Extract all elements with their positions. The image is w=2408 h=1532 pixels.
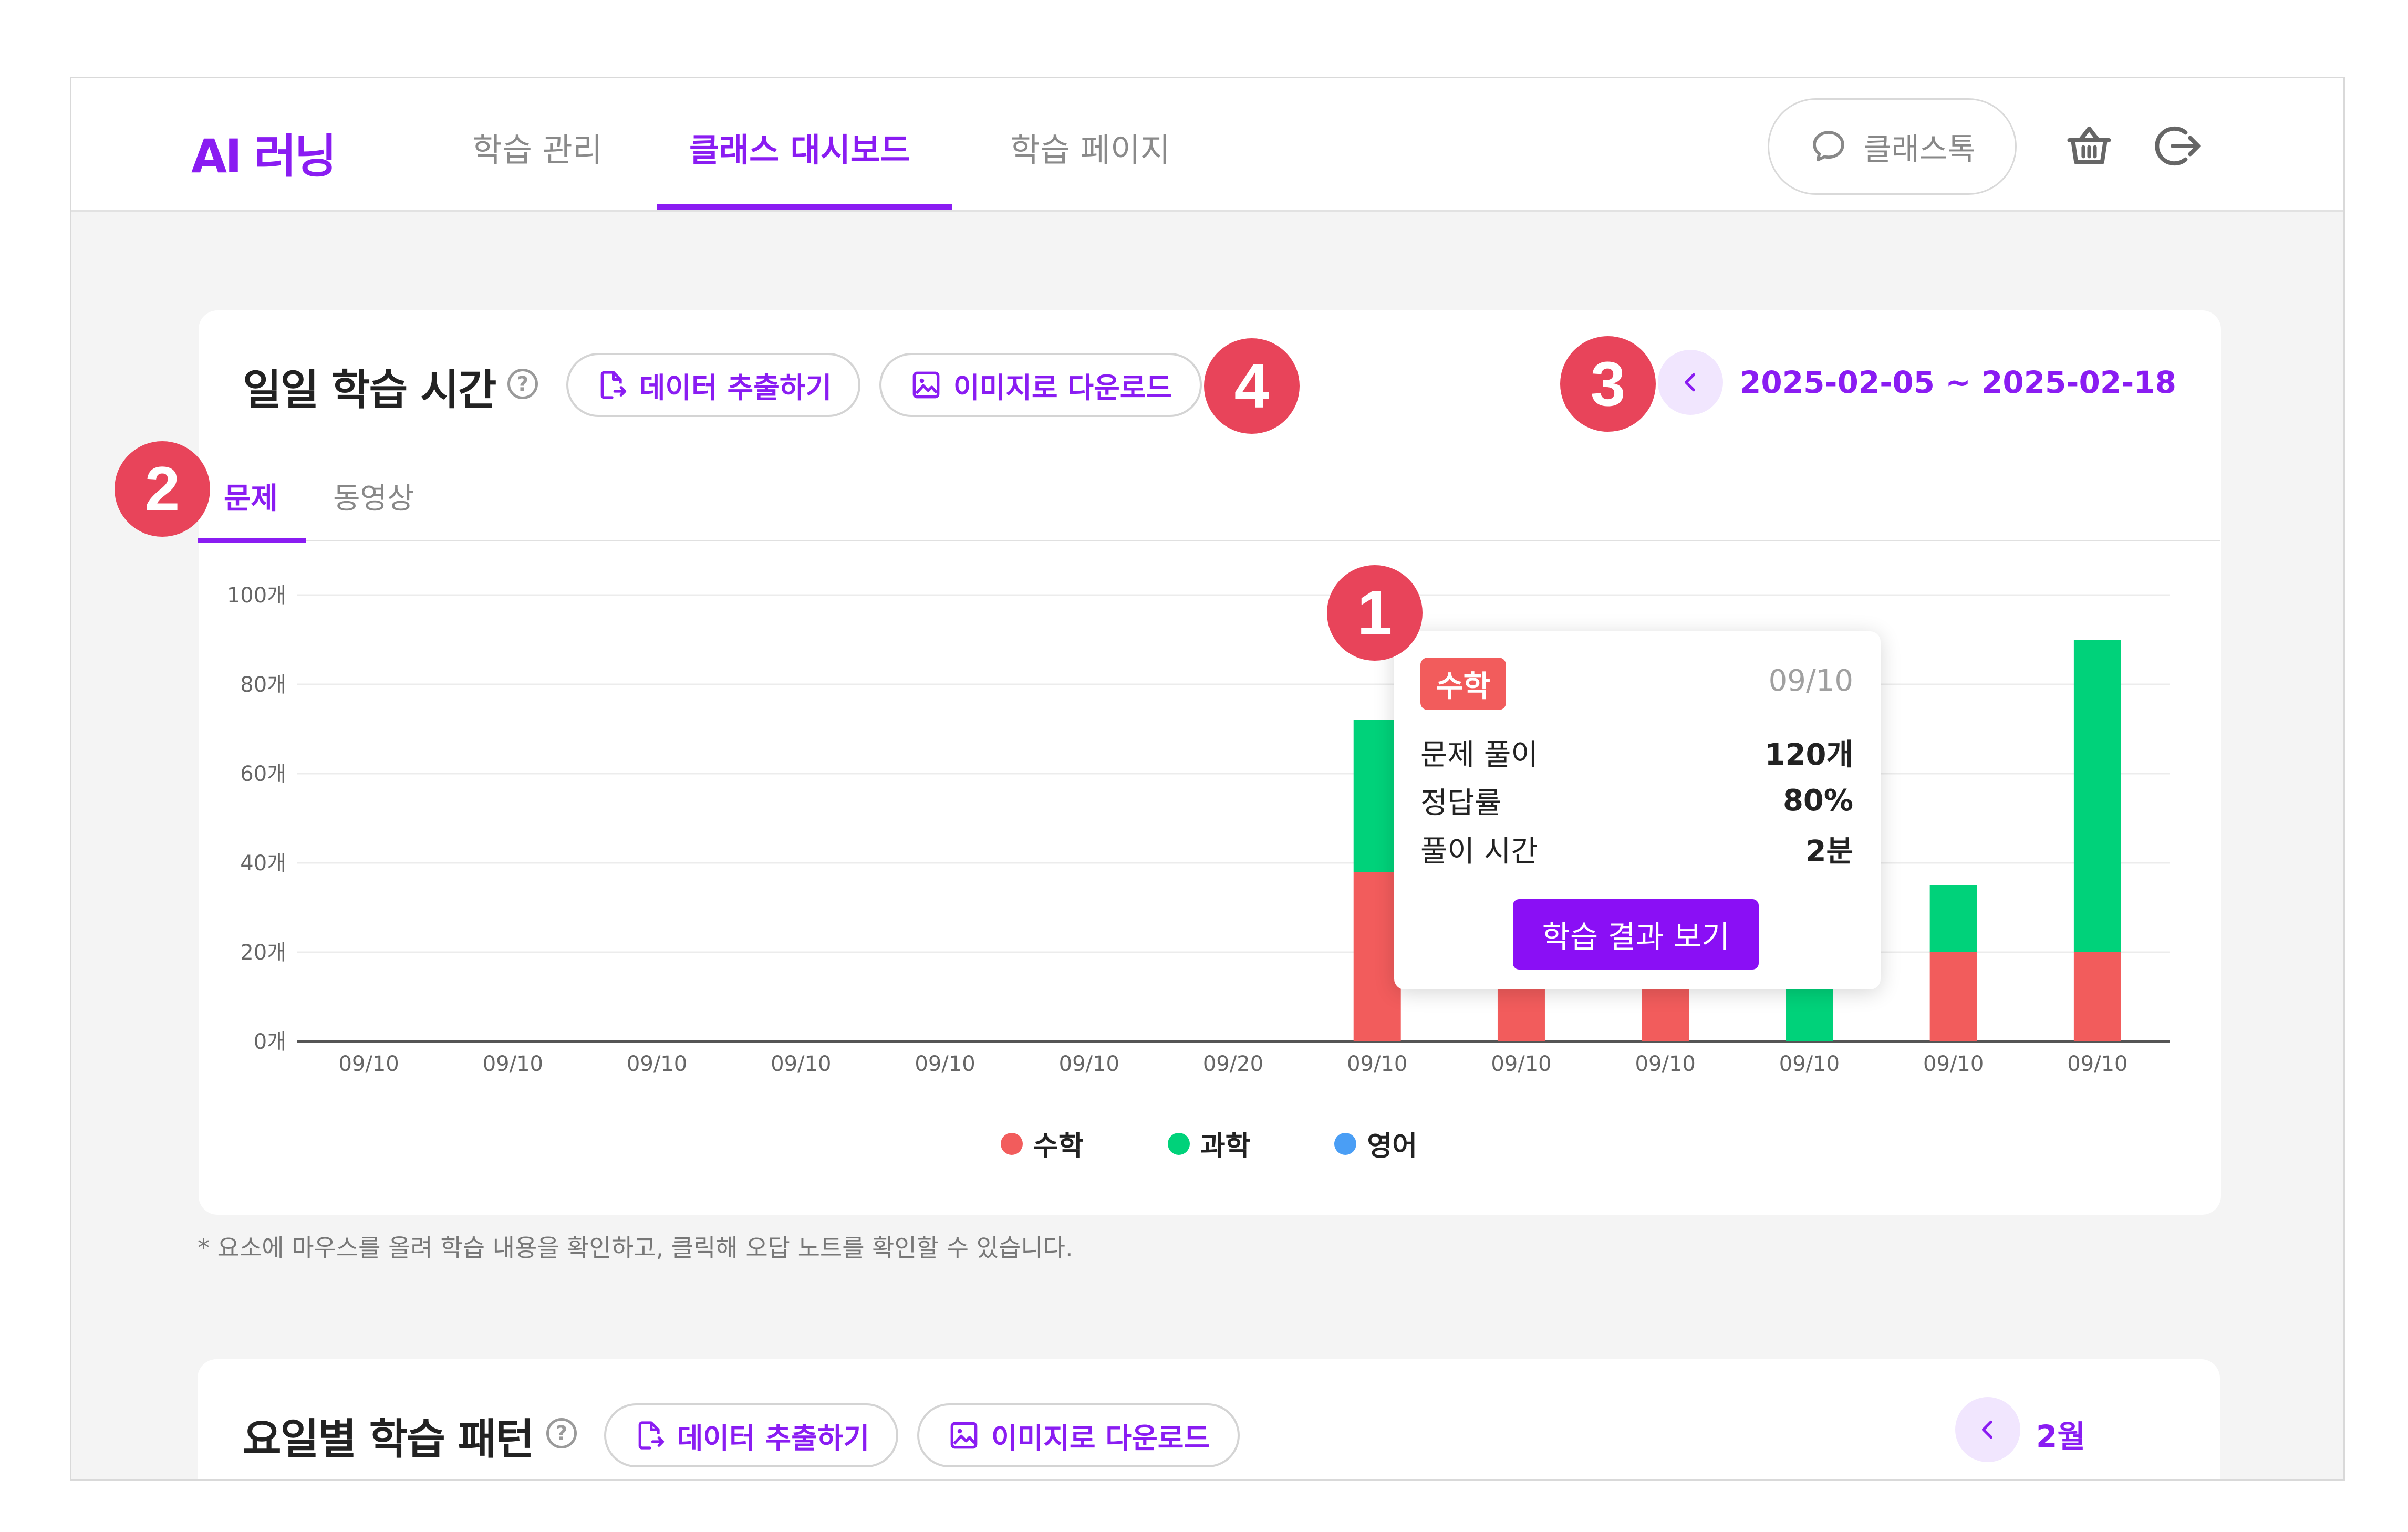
daily-export-data-button[interactable]: 데이터 추출하기	[566, 353, 860, 417]
chart-footnote: * 요소에 마우스를 올려 학습 내용을 확인하고, 클릭해 오답 노트를 확인…	[198, 1234, 1073, 1262]
tooltip-row-label: 풀이 시간	[1420, 834, 1538, 869]
daily-date-range: 2025-02-05 ~ 2025-02-18	[1740, 364, 2176, 400]
legend-item-science[interactable]: 과학	[1167, 1124, 1251, 1163]
daily-download-label: 이미지로 다운로드	[953, 371, 1172, 404]
daily-learning-card	[199, 310, 2221, 1215]
legend-label: 과학	[1200, 1131, 1251, 1162]
legend-item-english[interactable]: 영어	[1334, 1124, 1417, 1163]
weekly-download-label: 이미지로 다운로드	[991, 1421, 1210, 1455]
nav-tab-learning-management[interactable]: 학습 관리	[472, 123, 603, 171]
view-learning-result-button[interactable]: 학습 결과 보기	[1513, 899, 1759, 970]
daily-prev-range-button[interactable]	[1658, 350, 1723, 415]
legend-label: 수학	[1033, 1131, 1084, 1162]
chart-legend: 수학 과학 영어	[1001, 1124, 1417, 1163]
tooltip-row-value: 120개	[1765, 737, 1853, 772]
annotation-marker-2: 2	[115, 441, 210, 537]
logo[interactable]: AI 러닝	[191, 119, 337, 186]
sub-tab-problems[interactable]: 문제	[224, 475, 278, 517]
sub-tab-divider	[198, 540, 2220, 541]
bar-tooltip: 수학 09/10 문제 풀이 120개 정답률 80% 풀이 시간 2분 학습 …	[1394, 631, 1881, 989]
class-talk-button[interactable]: 클래스톡	[1768, 98, 2017, 195]
annotation-marker-1: 1	[1327, 565, 1423, 661]
tooltip-row-accuracy: 정답률 80%	[1420, 779, 1853, 821]
legend-dot-english	[1334, 1132, 1357, 1155]
tooltip-subject-badge: 수학	[1420, 658, 1507, 710]
tooltip-row-label: 정답률	[1420, 786, 1502, 820]
legend-label: 영어	[1367, 1131, 1418, 1162]
top-header: AI 러닝 학습 관리 클래스 대시보드 학습 페이지 클래스톡	[71, 78, 2343, 212]
tooltip-row-label: 문제 풀이	[1420, 737, 1538, 772]
nav-tab-learning-page[interactable]: 학습 페이지	[1010, 123, 1170, 171]
class-talk-label: 클래스톡	[1863, 131, 1976, 167]
file-export-icon	[600, 371, 626, 399]
weekly-export-label: 데이터 추출하기	[677, 1421, 870, 1455]
weekly-prev-month-button[interactable]	[1955, 1397, 2020, 1462]
weekly-export-data-button[interactable]: 데이터 추출하기	[604, 1403, 898, 1467]
active-tab-indicator	[657, 204, 952, 210]
daily-download-image-button[interactable]: 이미지로 다운로드	[879, 353, 1202, 417]
sub-tab-videos[interactable]: 동영상	[333, 475, 414, 517]
help-icon[interactable]: ?	[546, 1418, 577, 1448]
help-icon[interactable]: ?	[507, 369, 538, 399]
logout-icon[interactable]	[2150, 118, 2205, 174]
weekly-card-title: 요일별 학습 패턴	[243, 1415, 534, 1464]
tooltip-row-time: 풀이 시간 2분	[1420, 828, 1853, 870]
annotation-marker-3: 3	[1560, 336, 1656, 432]
tooltip-row-value: 2분	[1805, 834, 1854, 869]
weekly-download-image-button[interactable]: 이미지로 다운로드	[917, 1403, 1240, 1467]
legend-dot-science	[1167, 1132, 1190, 1155]
annotation-marker-4: 4	[1204, 338, 1300, 434]
tooltip-row-solved: 문제 풀이 120개	[1420, 731, 1853, 773]
daily-card-title: 일일 학습 시간	[243, 366, 496, 414]
image-icon	[912, 371, 940, 399]
nav-tab-class-dashboard[interactable]: 클래스 대시보드	[689, 123, 910, 171]
chat-bubble-icon	[1813, 131, 1845, 162]
weekly-month-label: 2월	[2036, 1419, 2085, 1454]
legend-item-math[interactable]: 수학	[1001, 1124, 1084, 1163]
daily-export-label: 데이터 추출하기	[639, 371, 832, 404]
app-frame: AI 러닝 학습 관리 클래스 대시보드 학습 페이지 클래스톡	[70, 77, 2345, 1481]
tooltip-date: 09/10	[1768, 664, 1853, 698]
image-icon	[950, 1422, 978, 1449]
file-export-icon	[638, 1421, 664, 1450]
sub-tab-indicator	[198, 538, 306, 543]
chevron-left-icon	[1981, 1420, 1992, 1439]
legend-dot-math	[1001, 1132, 1023, 1155]
basket-icon[interactable]	[2061, 118, 2117, 174]
tooltip-row-value: 80%	[1782, 783, 1853, 818]
chevron-left-icon	[1684, 373, 1695, 392]
